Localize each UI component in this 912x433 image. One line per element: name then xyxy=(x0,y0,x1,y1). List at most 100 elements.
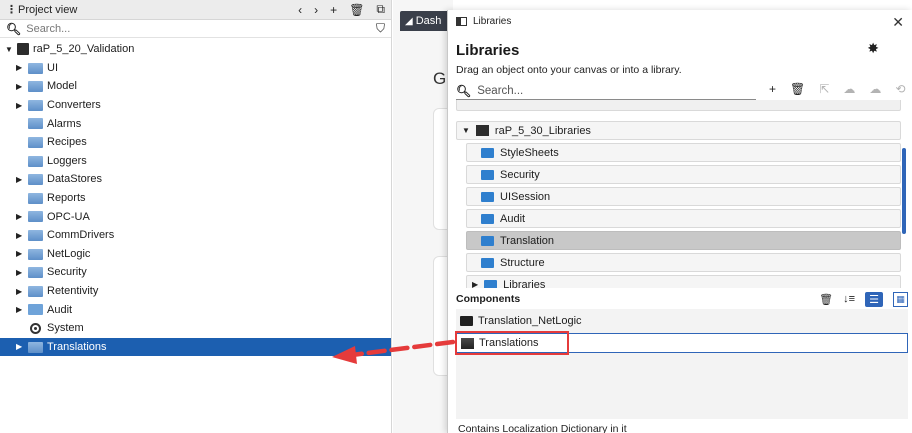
components-toolbar: 🗑 ↓≡ ☰ ▦ xyxy=(819,291,908,307)
chevron-down-icon[interactable]: ▼ xyxy=(462,126,470,135)
tree-item-converters[interactable]: ▶ Converters xyxy=(0,96,391,115)
gear-icon[interactable]: ✸ xyxy=(867,40,879,57)
folder-icon xyxy=(28,248,43,260)
library-item-uisession[interactable]: UISession xyxy=(466,187,901,206)
library-row-partial[interactable] xyxy=(456,100,901,111)
tree-item-label: System xyxy=(47,322,84,335)
library-item-label: UISession xyxy=(500,190,551,203)
tree-item-reports[interactable]: Reports xyxy=(0,189,391,208)
library-item-translation[interactable]: Translation xyxy=(466,231,901,250)
components-list: Translation_NetLogic Translations xyxy=(456,309,908,419)
project-search-placeholder: Search... xyxy=(26,22,71,35)
tab-dashboard[interactable]: ◢ Dash xyxy=(400,11,453,31)
grid-view-icon[interactable]: ▦ xyxy=(893,291,908,307)
trash-icon[interactable]: 🗑 xyxy=(790,82,805,96)
cloud-download-icon[interactable]: ☁ xyxy=(869,82,881,96)
import-icon[interactable]: ⇱ xyxy=(819,82,829,96)
component-description: Contains Localization Dictionary in it xyxy=(458,423,627,433)
tree-item-label: Reports xyxy=(47,192,86,205)
project-tree: ▼ raP_5_20_Validation ▶ UI ▶ Model ▶ Con… xyxy=(0,40,391,357)
folder-icon xyxy=(28,155,43,167)
tree-item-label: Loggers xyxy=(47,154,87,167)
tree-item-alarms[interactable]: Alarms xyxy=(0,114,391,133)
project-search-field[interactable]: 🔍︎ Search... ⛉ xyxy=(0,20,391,38)
tree-item-audit[interactable]: ▶ Audit xyxy=(0,300,391,319)
component-label: Translation_NetLogic xyxy=(478,315,582,327)
tree-item-label: UI xyxy=(47,61,58,74)
chevron-right-icon[interactable]: ▶ xyxy=(472,280,478,288)
chevron-right-icon[interactable]: ▶ xyxy=(16,287,22,296)
window-title: Libraries xyxy=(473,16,512,27)
history-icon[interactable]: ⟲ xyxy=(895,82,905,96)
more-options-icon[interactable]: ⋮ xyxy=(6,3,17,16)
tree-item-datastores[interactable]: ▶ DataStores xyxy=(0,170,391,189)
chevron-left-icon[interactable]: ‹ xyxy=(298,3,302,17)
component-translation-netlogic[interactable]: Translation_NetLogic xyxy=(460,311,904,331)
library-item-label: StyleSheets xyxy=(500,146,559,159)
folder-icon xyxy=(28,99,43,111)
filter-icon[interactable]: ⛉ xyxy=(376,21,385,36)
tree-item-netlogic[interactable]: ▶ NetLogic xyxy=(0,245,391,264)
library-item-libraries[interactable]: ▶ Libraries xyxy=(466,275,901,288)
library-item-structure[interactable]: Structure xyxy=(466,253,901,272)
folder-icon xyxy=(481,169,494,180)
chevron-right-icon[interactable]: ▶ xyxy=(16,231,22,240)
tree-item-opc-ua[interactable]: ▶ OPC-UA xyxy=(0,207,391,226)
system-icon xyxy=(30,322,41,334)
library-scrollbar[interactable] xyxy=(902,148,906,234)
plus-icon[interactable]: + xyxy=(769,82,776,96)
project-view-panel: ⋮ Project view ‹ › + 🗑 ⧉ 🔍︎ Search... ⛉ … xyxy=(0,0,392,433)
tree-item-commdrivers[interactable]: ▶ CommDrivers xyxy=(0,226,391,245)
cloud-upload-icon[interactable]: ☁ xyxy=(843,82,855,96)
chevron-right-icon[interactable]: ▶ xyxy=(16,101,22,110)
library-search-input[interactable]: 🔍︎ Search... xyxy=(456,82,756,100)
tree-item-label: Alarms xyxy=(47,117,82,130)
library-toolbar: + 🗑 ⇱ ☁ ☁ ⟲ xyxy=(769,82,905,96)
chevron-right-icon[interactable]: ▶ xyxy=(16,249,22,258)
chevron-down-icon[interactable]: ▼ xyxy=(5,45,13,54)
copy-icon[interactable]: ⧉ xyxy=(376,2,385,17)
project-view-header: ⋮ Project view ‹ › + 🗑 ⧉ xyxy=(0,0,391,20)
trash-icon[interactable]: 🗑 xyxy=(349,3,364,17)
list-view-icon[interactable]: ☰ xyxy=(865,291,883,307)
tree-item-retentivity[interactable]: ▶ Retentivity xyxy=(0,282,391,301)
chevron-right-icon[interactable]: ▶ xyxy=(16,63,22,72)
components-title: Components xyxy=(456,293,521,305)
chevron-right-icon[interactable]: ▶ xyxy=(16,268,22,277)
folder-icon xyxy=(481,191,494,202)
library-item-stylesheets[interactable]: StyleSheets xyxy=(466,143,901,162)
tree-root-item[interactable]: ▼ raP_5_20_Validation xyxy=(0,40,391,59)
folder-icon xyxy=(28,62,43,74)
tree-item-security[interactable]: ▶ Security xyxy=(0,263,391,282)
folder-icon xyxy=(28,118,43,130)
tree-item-system[interactable]: System xyxy=(0,319,391,338)
tree-item-translations[interactable]: ▶ Translations xyxy=(0,337,391,357)
folder-icon xyxy=(28,285,43,297)
tree-item-label: Translations xyxy=(47,340,107,353)
chevron-right-icon[interactable]: ▶ xyxy=(16,82,22,91)
library-item-security[interactable]: Security xyxy=(466,165,901,184)
tree-item-model[interactable]: ▶ Model xyxy=(0,77,391,96)
library-item-audit[interactable]: Audit xyxy=(466,209,901,228)
chevron-right-icon[interactable]: ▶ xyxy=(16,305,22,314)
sort-icon[interactable]: ↓≡ xyxy=(843,293,855,305)
chevron-right-icon[interactable]: ▶ xyxy=(16,175,22,184)
tree-item-label: Security xyxy=(47,266,87,279)
chevron-right-icon[interactable]: ▶ xyxy=(16,212,22,221)
plus-icon[interactable]: + xyxy=(330,3,337,17)
tree-item-recipes[interactable]: Recipes xyxy=(0,133,391,152)
tree-item-ui[interactable]: ▶ UI xyxy=(0,59,391,78)
chevron-right-icon[interactable]: › xyxy=(314,3,318,17)
dialog-heading: Libraries xyxy=(456,42,520,59)
tree-item-label: Retentivity xyxy=(47,285,99,298)
chevron-right-icon[interactable]: ▶ xyxy=(16,342,22,351)
folder-icon xyxy=(484,279,498,288)
close-icon[interactable]: ✕ xyxy=(892,14,904,31)
library-tree: ▼ raP_5_30_Libraries StyleSheets Securit… xyxy=(456,100,901,288)
editor-heading-fragment: G xyxy=(433,69,447,88)
project-icon xyxy=(17,43,29,55)
tree-item-label: Model xyxy=(47,80,77,93)
library-root-row[interactable]: ▼ raP_5_30_Libraries xyxy=(456,121,901,140)
tree-item-loggers[interactable]: Loggers xyxy=(0,152,391,171)
trash-icon[interactable]: 🗑 xyxy=(819,293,833,306)
